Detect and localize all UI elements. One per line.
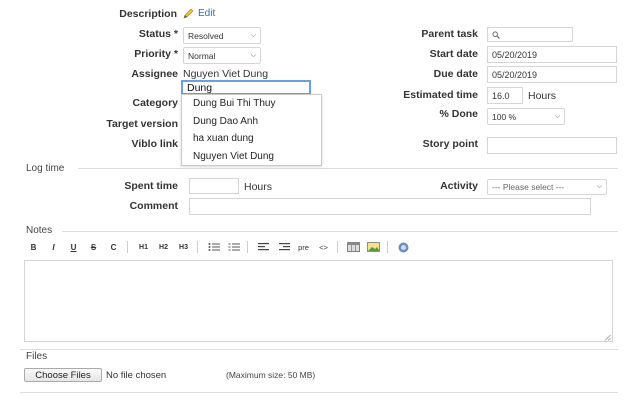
edit-label: Edit: [198, 8, 216, 19]
help-icon[interactable]: [397, 241, 410, 254]
align-left-icon[interactable]: [257, 241, 270, 254]
underline-button[interactable]: U: [67, 241, 80, 254]
spent-time-unit: Hours: [244, 181, 273, 193]
toolbar-separator: [387, 241, 388, 253]
estimated-time-value: 16.0: [492, 90, 510, 101]
done-label: % Done: [439, 108, 478, 120]
spent-time-input[interactable]: [189, 178, 239, 194]
priority-label: Priority *: [134, 48, 178, 60]
edit-link[interactable]: Edit: [183, 8, 215, 19]
activity-select[interactable]: --- Please select --- ⌵: [487, 179, 607, 195]
bold-button[interactable]: B: [27, 241, 40, 254]
activity-label: Activity: [440, 180, 478, 192]
story-point-input[interactable]: [487, 137, 617, 154]
assignee-label: Assignee: [131, 68, 178, 80]
chevron-down-icon: ⌵: [250, 51, 256, 59]
status-label: Status *: [138, 28, 178, 40]
story-point-label: Story point: [422, 138, 478, 150]
done-select[interactable]: 100 % ⌵: [487, 108, 565, 125]
start-date-value: 05/20/2019: [492, 49, 538, 60]
chevron-down-icon: ⌵: [554, 112, 560, 120]
notes-toolbar: B I U S C H1 H2 H3 pre <>: [27, 240, 417, 254]
description-label: Description: [119, 8, 177, 20]
comment-label: Comment: [129, 200, 178, 212]
strike-button[interactable]: S: [87, 241, 100, 254]
priority-select[interactable]: Normal ⌵: [183, 47, 261, 64]
toolbar-separator: [197, 241, 198, 253]
toolbar-separator: [247, 241, 248, 253]
start-date-input[interactable]: 05/20/2019: [487, 46, 617, 63]
choose-files-button[interactable]: Choose Files: [24, 368, 102, 382]
status-value: Resolved: [188, 30, 224, 41]
italic-button[interactable]: I: [47, 241, 60, 254]
log-time-line: [78, 168, 618, 169]
target-version-label: Target version: [106, 118, 178, 130]
assignee-option[interactable]: Dung Bui Thi Thuy: [182, 95, 321, 113]
bulleted-list-icon[interactable]: [207, 241, 220, 254]
assignee-option[interactable]: ha xuan dung: [182, 130, 321, 148]
image-icon[interactable]: [367, 241, 380, 254]
notes-line: [62, 231, 618, 232]
notes-textarea[interactable]: [24, 260, 613, 342]
numbered-list-icon[interactable]: [227, 241, 240, 254]
h1-button[interactable]: H1: [137, 241, 150, 254]
pencil-icon: [183, 8, 194, 19]
viblo-link-label: Viblo link: [131, 138, 178, 150]
resize-handle-icon[interactable]: [604, 333, 611, 341]
due-date-value: 05/20/2019: [492, 69, 538, 80]
table-icon[interactable]: [347, 241, 360, 254]
estimated-time-unit: Hours: [528, 90, 557, 102]
activity-value: --- Please select ---: [492, 182, 565, 192]
assignee-search-input[interactable]: Dung: [181, 80, 311, 95]
bottom-line: [20, 392, 618, 393]
files-title: Files: [26, 351, 48, 362]
files-line: [20, 349, 618, 350]
assignee-value: Nguyen Viet Dung: [183, 68, 269, 80]
code-button[interactable]: C: [107, 241, 120, 254]
code-block-button[interactable]: <>: [317, 241, 330, 254]
due-date-label: Due date: [433, 68, 478, 80]
max-size-text: (Maximum size: 50 MB): [226, 370, 316, 380]
assignee-dropdown: Dung Bui Thi Thuy Dung Dao Anh ha xuan d…: [181, 94, 322, 166]
no-file-text: No file chosen: [106, 370, 167, 381]
toolbar-separator: [337, 241, 338, 253]
notes-title: Notes: [26, 225, 53, 236]
estimated-time-input[interactable]: 16.0: [487, 87, 523, 104]
pre-button[interactable]: pre: [297, 241, 310, 254]
h3-button[interactable]: H3: [177, 241, 190, 254]
h2-button[interactable]: H2: [157, 241, 170, 254]
parent-task-label: Parent task: [421, 28, 478, 40]
toolbar-separator: [127, 241, 128, 253]
chevron-down-icon: ⌵: [250, 31, 256, 39]
spent-time-label: Spent time: [124, 180, 178, 192]
priority-value: Normal: [188, 50, 216, 61]
assignee-option[interactable]: Dung Dao Anh: [182, 113, 321, 131]
done-value: 100 %: [492, 111, 517, 122]
category-label: Category: [132, 97, 178, 109]
assignee-option[interactable]: Nguyen Viet Dung: [182, 148, 321, 166]
status-select[interactable]: Resolved ⌵: [183, 27, 261, 44]
align-right-icon[interactable]: [277, 241, 290, 254]
chevron-down-icon: ⌵: [596, 183, 602, 190]
estimated-time-label: Estimated time: [403, 89, 478, 101]
start-date-label: Start date: [429, 48, 478, 60]
due-date-input[interactable]: 05/20/2019: [487, 66, 617, 83]
log-time-title: Log time: [26, 163, 65, 174]
comment-input[interactable]: [189, 198, 591, 215]
assignee-search-text: Dung: [187, 81, 213, 94]
parent-task-input[interactable]: [487, 27, 573, 42]
search-icon: [492, 30, 500, 39]
